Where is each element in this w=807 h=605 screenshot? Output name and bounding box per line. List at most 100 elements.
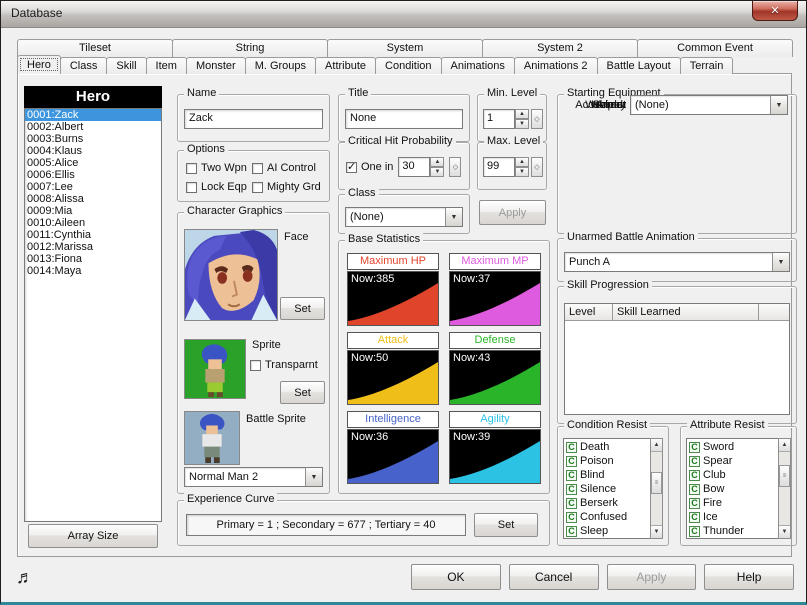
attribute-resist-item[interactable]: C Thunder xyxy=(687,524,778,538)
transparent-checkbox[interactable]: Transparnt xyxy=(250,359,318,371)
name-input[interactable]: Zack xyxy=(184,109,323,129)
min-level-value[interactable]: 1 xyxy=(483,109,515,129)
attribute-resist-item[interactable]: C Club xyxy=(687,468,778,482)
condition-resist-item[interactable]: C Silence xyxy=(564,482,650,496)
condition-resist-scrollbar[interactable]: ▲ ≡ ▼ xyxy=(650,438,663,539)
spin-up-icon[interactable]: ▲ xyxy=(515,157,529,167)
scrollbar-thumb[interactable]: ≡ xyxy=(779,465,790,487)
max-level-spinner[interactable]: 99 ▲ ▼ xyxy=(483,157,529,177)
chevron-down-icon[interactable]: ▼ xyxy=(772,253,789,271)
spin-down-icon[interactable]: ▼ xyxy=(515,119,529,129)
hero-list-item[interactable]: 0012:Marissa xyxy=(25,241,161,253)
face-set-button[interactable]: Set xyxy=(280,297,325,320)
tab-bottom[interactable]: Battle Layout xyxy=(597,57,681,74)
tab-bottom[interactable]: Attribute xyxy=(315,57,376,74)
hero-list-item[interactable]: 0004:Klaus xyxy=(25,145,161,157)
stat-curve-chart[interactable]: Now:36 xyxy=(347,429,439,484)
stat-curve-chart[interactable]: Now:43 xyxy=(449,350,541,405)
tab-top[interactable]: System xyxy=(327,39,483,57)
face-image[interactable] xyxy=(184,229,278,321)
option-checkbox[interactable]: AI Control xyxy=(252,162,327,174)
ok-button[interactable]: OK xyxy=(411,564,501,590)
tab-bottom[interactable]: Hero xyxy=(17,55,61,74)
attribute-resist-item[interactable]: C Ice xyxy=(687,510,778,524)
sprite-set-button[interactable]: Set xyxy=(280,381,325,404)
option-checkbox[interactable]: Lock Eqp xyxy=(186,181,252,193)
array-size-button[interactable]: Array Size xyxy=(28,524,158,548)
max-level-value[interactable]: 99 xyxy=(483,157,515,177)
hero-list-item[interactable]: 0001:Zack xyxy=(25,109,161,121)
close-button[interactable]: ✕ xyxy=(752,1,798,21)
critical-checkbox[interactable]: One in xyxy=(346,161,393,173)
hero-list-item[interactable]: 0010:Aileen xyxy=(25,217,161,229)
attribute-resist-item[interactable]: C Fire xyxy=(687,496,778,510)
condition-resist-item[interactable]: C Death xyxy=(564,440,650,454)
title-input[interactable]: None xyxy=(345,109,463,129)
attribute-resist-item[interactable]: C Bow xyxy=(687,482,778,496)
chevron-down-icon[interactable]: ▼ xyxy=(305,468,322,486)
hero-list-item[interactable]: 0008:Alissa xyxy=(25,193,161,205)
scrollbar-track[interactable]: ≡ xyxy=(779,452,790,525)
condition-resist-item[interactable]: C Sleep xyxy=(564,524,650,538)
critical-var-button[interactable]: ◇ xyxy=(449,157,461,177)
class-dropdown[interactable]: (None) ▼ xyxy=(345,207,463,227)
condition-resist-item[interactable]: C Blind xyxy=(564,468,650,482)
hero-list-item[interactable]: 0009:Mia xyxy=(25,205,161,217)
critical-spinner[interactable]: 30 ▲ ▼ xyxy=(398,157,444,177)
min-level-var-button[interactable]: ◇ xyxy=(531,109,543,129)
tab-bottom[interactable]: Terrain xyxy=(680,57,734,74)
tab-bottom[interactable]: Animations 2 xyxy=(514,57,598,74)
critical-value[interactable]: 30 xyxy=(398,157,430,177)
tab-bottom[interactable]: M. Groups xyxy=(245,57,316,74)
hero-list-item[interactable]: 0007:Lee xyxy=(25,181,161,193)
scroll-down-icon[interactable]: ▼ xyxy=(779,525,790,538)
scroll-down-icon[interactable]: ▼ xyxy=(651,525,662,538)
condition-resist-item[interactable]: C Berserk xyxy=(564,496,650,510)
hero-list-item[interactable]: 0002:Albert xyxy=(25,121,161,133)
skill-table[interactable]: Level Skill Learned xyxy=(564,303,790,415)
hero-list-item[interactable]: 0005:Alice xyxy=(25,157,161,169)
cancel-button[interactable]: Cancel xyxy=(509,564,599,590)
condition-resist-item[interactable]: C Poison xyxy=(564,454,650,468)
scrollbar-thumb[interactable]: ≡ xyxy=(651,472,662,494)
condition-resist-item[interactable]: C Confused xyxy=(564,510,650,524)
hero-list-item[interactable]: 0011:Cynthia xyxy=(25,229,161,241)
scrollbar-track[interactable]: ≡ xyxy=(651,452,662,525)
battle-sprite-image[interactable] xyxy=(184,411,240,465)
spin-up-icon[interactable]: ▲ xyxy=(430,157,444,167)
max-level-var-button[interactable]: ◇ xyxy=(531,157,543,177)
chevron-down-icon[interactable]: ▼ xyxy=(445,208,462,226)
scroll-up-icon[interactable]: ▲ xyxy=(651,439,662,452)
skill-table-body[interactable] xyxy=(565,321,789,414)
min-level-spinner[interactable]: 1 ▲ ▼ xyxy=(483,109,529,129)
unarmed-animation-dropdown[interactable]: Punch A ▼ xyxy=(564,252,790,272)
tab-bottom[interactable]: Class xyxy=(60,57,108,74)
help-button[interactable]: Help xyxy=(704,564,794,590)
stat-curve-chart[interactable]: Now:39 xyxy=(449,429,541,484)
sprite-image[interactable] xyxy=(184,339,246,399)
option-checkbox[interactable]: Mighty Grd xyxy=(252,181,327,193)
attribute-resist-item[interactable]: C Sword xyxy=(687,440,778,454)
tab-bottom[interactable]: Skill xyxy=(106,57,146,74)
scroll-up-icon[interactable]: ▲ xyxy=(779,439,790,452)
tab-bottom[interactable]: Condition xyxy=(375,57,441,74)
hero-list-item[interactable]: 0003:Burns xyxy=(25,133,161,145)
stat-curve-chart[interactable]: Now:37 xyxy=(449,271,541,326)
hero-list-item[interactable]: 0014:Maya xyxy=(25,265,161,277)
title-bar[interactable]: Database ✕ xyxy=(1,1,806,28)
hero-list-item[interactable]: 0013:Fiona xyxy=(25,253,161,265)
tab-top[interactable]: System 2 xyxy=(482,39,638,57)
stat-curve-chart[interactable]: Now:385 xyxy=(347,271,439,326)
tab-bottom[interactable]: Animations xyxy=(441,57,515,74)
tab-bottom[interactable]: Item xyxy=(146,57,187,74)
tab-top[interactable]: Common Event xyxy=(637,39,793,57)
stat-curve-chart[interactable]: Now:50 xyxy=(347,350,439,405)
equipment-dropdown[interactable]: (None) ▼ xyxy=(630,95,788,115)
attribute-resist-item[interactable]: C Spear xyxy=(687,454,778,468)
attribute-resist-scrollbar[interactable]: ▲ ≡ ▼ xyxy=(778,438,791,539)
spin-down-icon[interactable]: ▼ xyxy=(430,167,444,177)
battle-sprite-dropdown[interactable]: Normal Man 2 ▼ xyxy=(184,467,323,487)
spin-up-icon[interactable]: ▲ xyxy=(515,109,529,119)
tab-bottom[interactable]: Monster xyxy=(186,57,246,74)
class-apply-button[interactable]: Apply xyxy=(479,200,546,225)
